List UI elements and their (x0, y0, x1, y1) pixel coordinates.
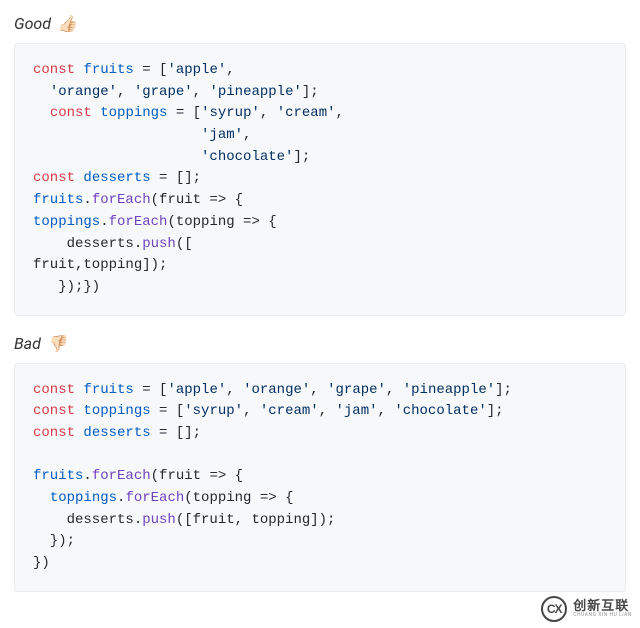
code-token: const (33, 62, 75, 78)
code-token: 'apple' (167, 382, 226, 398)
code-token: ]; (302, 84, 319, 100)
good-code-block: const fruits = ['apple', 'orange', 'grap… (14, 43, 626, 316)
code-token: (fruit => { (151, 192, 243, 208)
code-token (33, 149, 201, 165)
code-token: , (193, 84, 210, 100)
code-token: }) (33, 555, 50, 571)
code-token: ]; (293, 149, 310, 165)
code-token: 'jam' (336, 403, 378, 419)
bad-label-text: Bad (14, 334, 41, 353)
good-code: const fruits = ['apple', 'orange', 'grap… (33, 60, 607, 299)
code-token: 'cream' (260, 403, 319, 419)
code-token: ]; (495, 382, 512, 398)
code-token: (fruit => { (151, 468, 243, 484)
code-token: = []; (151, 425, 201, 441)
code-token: 'chocolate' (201, 149, 293, 165)
code-token: 'syrup' (201, 105, 260, 121)
code-token: desserts (83, 170, 150, 186)
code-token: toppings (33, 214, 100, 230)
code-token: forEach (125, 490, 184, 506)
bad-label: Bad 👎🏻 (14, 334, 626, 353)
watermark-icon: CX (541, 596, 567, 622)
code-token: (topping => { (167, 214, 276, 230)
code-token: , (310, 382, 327, 398)
code-token: = []; (151, 170, 201, 186)
code-token: 'jam' (201, 127, 243, 143)
code-token: , (260, 105, 277, 121)
code-token: }); (33, 533, 75, 549)
code-token: , (386, 382, 403, 398)
thumbs-down-icon: 👎🏻 (47, 334, 67, 353)
code-token (33, 490, 50, 506)
code-token: . (83, 468, 91, 484)
code-token: toppings (50, 490, 117, 506)
code-token: , (319, 403, 336, 419)
code-token: const (50, 105, 92, 121)
code-token: });}) (33, 279, 100, 295)
watermark-cn: 创新互联 (573, 600, 632, 613)
code-token: 'chocolate' (394, 403, 486, 419)
code-token: , (243, 403, 260, 419)
code-token: = [ (151, 403, 185, 419)
code-token: 'orange' (243, 382, 310, 398)
code-token: const (33, 425, 75, 441)
code-token: . (83, 192, 91, 208)
bad-code-block: const fruits = ['apple', 'orange', 'grap… (14, 363, 626, 592)
code-token: , (378, 403, 395, 419)
code-token: = [ (167, 105, 201, 121)
code-token: fruits (83, 382, 133, 398)
code-token: 'grape' (327, 382, 386, 398)
thumbs-up-icon: 👍🏻 (57, 14, 77, 33)
code-token: 'apple' (167, 62, 226, 78)
code-token: push (142, 236, 176, 252)
code-token (33, 84, 50, 100)
code-token: ]; (487, 403, 504, 419)
code-token: 'syrup' (184, 403, 243, 419)
document-page: Good 👍🏻 const fruits = ['apple', 'orange… (0, 0, 640, 628)
code-token: ([fruit, topping]); (176, 512, 336, 528)
code-token (33, 127, 201, 143)
watermark-text: 创新互联 CHUANG XIN HU LIAN (573, 600, 632, 618)
code-token: desserts (83, 425, 150, 441)
code-token (33, 105, 50, 121)
code-token: toppings (100, 105, 167, 121)
code-token: desserts. (33, 512, 142, 528)
code-token (92, 105, 100, 121)
code-token: toppings (83, 403, 150, 419)
code-token: forEach (109, 214, 168, 230)
code-token: push (142, 512, 176, 528)
code-token: fruit,topping]); (33, 257, 167, 273)
code-token: forEach (92, 192, 151, 208)
good-label: Good 👍🏻 (14, 14, 626, 33)
code-token: 'grape' (134, 84, 193, 100)
code-token: fruits (33, 192, 83, 208)
code-token: fruits (83, 62, 133, 78)
code-token: desserts. (33, 236, 142, 252)
code-token: = [ (134, 62, 168, 78)
code-token: 'cream' (277, 105, 336, 121)
code-token: , (336, 105, 344, 121)
code-token: const (33, 382, 75, 398)
watermark-en: CHUANG XIN HU LIAN (573, 613, 632, 618)
code-token: forEach (92, 468, 151, 484)
code-token: , (243, 127, 251, 143)
code-token: 'pineapple' (209, 84, 301, 100)
code-token: ([ (176, 236, 193, 252)
code-token: 'pineapple' (403, 382, 495, 398)
code-token: fruits (33, 468, 83, 484)
code-token: , (117, 84, 134, 100)
code-token: = [ (134, 382, 168, 398)
code-token: const (33, 403, 75, 419)
bad-code: const fruits = ['apple', 'orange', 'grap… (33, 380, 607, 575)
code-token: (topping => { (184, 490, 293, 506)
code-token: const (33, 170, 75, 186)
good-label-text: Good (14, 14, 51, 33)
code-token: , (226, 382, 243, 398)
code-token: , (226, 62, 234, 78)
code-token: 'orange' (50, 84, 117, 100)
watermark: CX 创新互联 CHUANG XIN HU LIAN (541, 596, 632, 622)
code-token: . (100, 214, 108, 230)
